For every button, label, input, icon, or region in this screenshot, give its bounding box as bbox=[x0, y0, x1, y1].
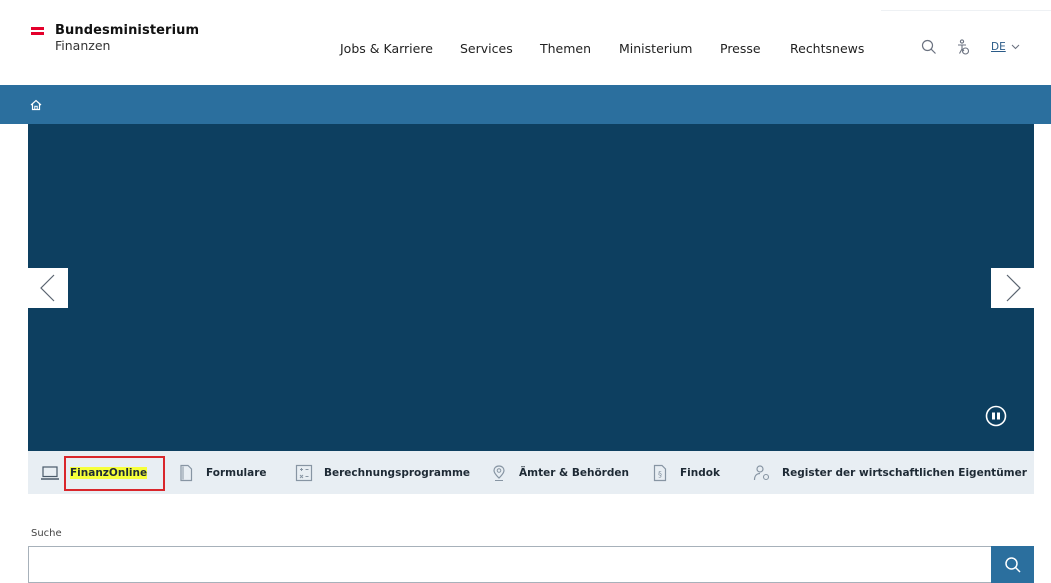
document-paragraph-icon: § bbox=[653, 464, 667, 481]
accessibility-icon[interactable] bbox=[954, 38, 972, 56]
quicklink-label: Formulare bbox=[206, 466, 267, 479]
location-pin-icon bbox=[493, 464, 505, 481]
quicklinks-bar: FinanzOnline Formulare Berechnungsprogra… bbox=[28, 451, 1034, 494]
pause-icon[interactable] bbox=[985, 405, 1007, 427]
home-icon[interactable] bbox=[29, 98, 43, 112]
nav-rechtsnews[interactable]: Rechtsnews bbox=[790, 41, 864, 56]
chevron-down-icon bbox=[1011, 44, 1020, 50]
document-icon bbox=[180, 464, 193, 481]
search-label: Suche bbox=[31, 528, 62, 539]
site-header: Bundesministerium Finanzen Jobs & Karrie… bbox=[0, 0, 1051, 85]
carousel-prev-button[interactable] bbox=[28, 268, 68, 308]
austria-flag-icon bbox=[31, 27, 44, 35]
quicklink-label: Berechnungsprogramme bbox=[324, 466, 471, 479]
quicklink-label: Register der wirtschaftlichen Eigentümer bbox=[782, 466, 1027, 479]
nav-ministerium[interactable]: Ministerium bbox=[619, 41, 692, 56]
quicklink-berechnungsprogramme[interactable]: Berechnungsprogramme bbox=[294, 451, 470, 494]
chevron-left-icon bbox=[40, 274, 55, 302]
svg-text:§: § bbox=[658, 470, 662, 479]
quicklink-register-eigentuemer[interactable]: Register der wirtschaftlichen Eigentümer bbox=[752, 451, 1027, 494]
quicklink-formulare[interactable]: Formulare bbox=[176, 451, 267, 494]
person-key-icon bbox=[753, 464, 770, 480]
language-selector[interactable]: DE bbox=[991, 41, 1020, 53]
hero-carousel bbox=[28, 124, 1034, 451]
calculator-icon bbox=[295, 464, 313, 481]
search-input[interactable] bbox=[28, 546, 991, 583]
carousel-next-button[interactable] bbox=[991, 268, 1034, 308]
chevron-right-icon bbox=[1006, 274, 1021, 302]
quicklink-findok[interactable]: § Findok bbox=[650, 451, 720, 494]
quicklink-label: Findok bbox=[680, 466, 720, 479]
search-icon bbox=[1004, 556, 1021, 573]
language-code: DE bbox=[991, 41, 1006, 53]
nav-themen[interactable]: Themen bbox=[540, 41, 591, 56]
quicklink-aemter-behoerden[interactable]: Ämter & Behörden bbox=[489, 451, 629, 494]
laptop-icon bbox=[41, 465, 59, 480]
search-icon[interactable] bbox=[920, 38, 938, 56]
nav-services[interactable]: Services bbox=[460, 41, 513, 56]
quicklink-label: Ämter & Behörden bbox=[519, 466, 629, 479]
logo-line2: Finanzen bbox=[55, 38, 111, 53]
breadcrumb-bar bbox=[0, 85, 1051, 124]
search-button[interactable] bbox=[991, 546, 1034, 583]
header-divider bbox=[881, 10, 1051, 11]
logo-line1: Bundesministerium bbox=[55, 23, 200, 38]
quicklink-finanzonline[interactable]: FinanzOnline bbox=[40, 451, 148, 494]
nav-jobs-karriere[interactable]: Jobs & Karriere bbox=[340, 41, 433, 56]
nav-presse[interactable]: Presse bbox=[720, 41, 761, 56]
quicklink-label: FinanzOnline bbox=[70, 466, 148, 479]
site-logo[interactable]: Bundesministerium Finanzen bbox=[31, 23, 199, 53]
